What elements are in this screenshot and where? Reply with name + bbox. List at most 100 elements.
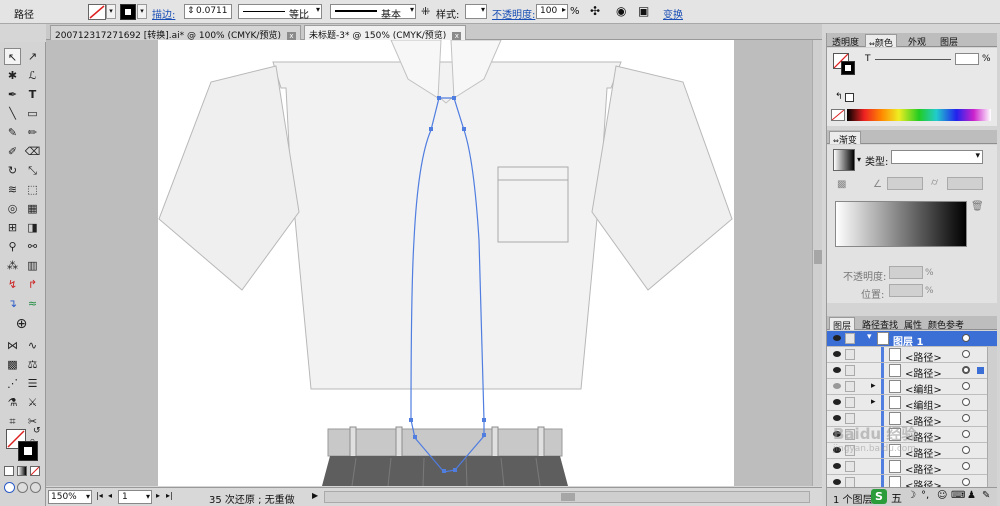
next-artboard-icon[interactable]: ▸ xyxy=(156,491,160,500)
artboard-tool-icon[interactable]: ⊕ xyxy=(13,316,30,333)
expand-arrow-icon[interactable]: ▸ xyxy=(871,397,876,407)
grid-tool-icon[interactable]: ▩ xyxy=(4,356,21,373)
visibility-eye-icon[interactable] xyxy=(833,351,841,357)
white-swatch[interactable] xyxy=(845,93,854,102)
target-icon[interactable] xyxy=(962,478,970,486)
visibility-eye-icon[interactable] xyxy=(833,399,841,405)
target-icon[interactable] xyxy=(962,430,970,438)
variable-width-profile[interactable]: 等比 ▾ xyxy=(238,4,322,21)
none-mode-icon[interactable] xyxy=(30,466,40,476)
tab-document-1[interactable]: 200712317271692 [转换].ai* @ 100% (CMYK/预览… xyxy=(50,25,301,41)
target-icon[interactable] xyxy=(962,414,970,422)
paintbrush-tool-icon[interactable]: ✎ xyxy=(4,124,21,141)
anchor-point-tool-icon[interactable]: ↴ xyxy=(4,295,21,312)
pants[interactable] xyxy=(322,426,568,486)
eraser-tool-icon[interactable]: ⌫ xyxy=(24,143,41,160)
tab-layers[interactable]: 图层 xyxy=(829,317,856,332)
lock-toggle[interactable] xyxy=(845,333,855,344)
target-icon[interactable] xyxy=(962,350,970,358)
first-artboard-icon[interactable]: |◂ xyxy=(96,491,103,500)
status-menu-icon[interactable]: ▶ xyxy=(312,491,318,500)
wave-tool-icon[interactable]: ∿ xyxy=(24,337,41,354)
draw-behind-icon[interactable] xyxy=(17,482,28,493)
layer-row[interactable]: <路径> xyxy=(827,363,997,380)
layer-row[interactable]: <路径> xyxy=(827,459,997,476)
ime-mode[interactable]: 五 xyxy=(891,490,902,506)
gradient-tool-icon[interactable]: ◨ xyxy=(24,219,41,236)
stroke-dropdown[interactable]: ▾ xyxy=(137,4,147,19)
artwork[interactable] xyxy=(46,40,822,486)
transform-label[interactable]: 变换 xyxy=(663,6,683,21)
reset-color-icon[interactable]: ↰ xyxy=(835,92,843,102)
isolate-icon[interactable]: ◉ xyxy=(616,4,626,18)
target-icon[interactable] xyxy=(962,334,970,342)
aspect-field[interactable] xyxy=(947,177,983,190)
brush-definition[interactable]: 基本 ▾ xyxy=(330,4,416,21)
column-graph-tool-icon[interactable]: ▥ xyxy=(24,257,41,274)
lock-toggle[interactable] xyxy=(845,477,855,487)
tint-field[interactable] xyxy=(955,53,979,65)
expand-arrow-icon[interactable]: ▾ xyxy=(867,332,872,342)
tab-gradient[interactable]: ⇔渐变 xyxy=(829,131,861,146)
horizontal-scrollbar[interactable] xyxy=(324,491,810,503)
width-tool-icon[interactable]: ↯ xyxy=(4,276,21,293)
gradient-opacity-field[interactable] xyxy=(889,266,923,279)
target-icon[interactable] xyxy=(962,398,970,406)
layer-name[interactable]: 图层 1 xyxy=(893,333,923,348)
fill-dropdown[interactable]: ▾ xyxy=(106,4,116,19)
swap-colors-icon[interactable]: ↺ xyxy=(33,426,41,436)
gradient-mode-icon[interactable] xyxy=(17,466,27,476)
tab-transparency[interactable]: 透明度 xyxy=(829,34,862,48)
stroke-label[interactable]: 描边: xyxy=(152,6,175,21)
scale-tool-icon[interactable]: ⤡ xyxy=(24,162,41,179)
line-tool-icon[interactable]: ╲ xyxy=(4,105,21,122)
scatter-graph-tool-icon[interactable]: ⋰ xyxy=(4,375,21,392)
angle-field[interactable] xyxy=(887,177,923,190)
perspective-grid-tool-icon[interactable]: ▦ xyxy=(24,200,41,217)
tab-color[interactable]: ⇔颜色 xyxy=(865,34,897,49)
color-stroke-icon[interactable] xyxy=(841,61,855,75)
tab-color-guide[interactable]: 颜色参考 xyxy=(925,317,967,331)
expand-arrow-icon[interactable]: ▸ xyxy=(871,381,876,391)
crop-tool-icon[interactable]: ⌗ xyxy=(4,413,21,430)
blob-brush-tool-icon[interactable]: ✐ xyxy=(4,143,21,160)
visibility-eye-icon[interactable] xyxy=(833,383,841,389)
layers-scrollbar[interactable] xyxy=(987,347,997,487)
slice-tool-icon[interactable]: ⋈ xyxy=(4,337,21,354)
rotate-tool-icon[interactable]: ↻ xyxy=(4,162,21,179)
opacity-field[interactable]: 100 ▸ xyxy=(536,4,568,19)
layer-row[interactable]: <路径> xyxy=(827,475,997,487)
draw-inside-icon[interactable] xyxy=(30,482,41,493)
lock-toggle[interactable] xyxy=(845,381,855,392)
target-icon[interactable] xyxy=(962,462,970,470)
recolor-icon[interactable]: ✣ xyxy=(590,4,600,18)
target-icon[interactable] xyxy=(962,446,970,454)
vertical-scrollbar[interactable] xyxy=(812,40,822,486)
tab-pathfinder[interactable]: 路径查找 xyxy=(859,317,901,331)
zoom-field[interactable]: 150% ▾ xyxy=(48,490,92,504)
gradient-location-field[interactable] xyxy=(889,284,923,297)
moon-icon[interactable]: ☽ xyxy=(907,490,916,501)
smooth-tool-icon[interactable]: ≈ xyxy=(24,295,41,312)
mesh-tool-icon[interactable]: ⊞ xyxy=(4,219,21,236)
canvas-area[interactable] xyxy=(46,40,822,486)
wrench-icon[interactable]: ✎ xyxy=(982,490,990,501)
color-spectrum[interactable] xyxy=(847,109,991,121)
visibility-eye-icon[interactable] xyxy=(833,479,841,485)
shape-builder-tool-icon[interactable]: ◎ xyxy=(4,200,21,217)
lock-toggle[interactable] xyxy=(845,365,855,376)
keyboard-icon[interactable]: ⌨ xyxy=(951,490,965,501)
stroke-color-swatch[interactable] xyxy=(18,441,38,461)
angle-icon[interactable]: ∠ xyxy=(873,179,882,190)
tab-layers-top[interactable]: 图层 xyxy=(937,34,961,48)
free-transform-tool-icon[interactable]: ⬚ xyxy=(24,181,41,198)
type-tool-icon[interactable]: T xyxy=(24,86,41,103)
pen-tool-icon[interactable]: ✒ xyxy=(4,86,21,103)
none-swatch[interactable] xyxy=(831,109,845,121)
user-icon[interactable]: ♟ xyxy=(967,490,976,501)
ime-badge[interactable]: S xyxy=(871,489,887,504)
aspect-ratio-icon[interactable]: ⌭ xyxy=(931,177,938,188)
tab-appearance[interactable]: 外观 xyxy=(905,34,929,48)
gradient-preview[interactable] xyxy=(833,149,855,171)
visibility-eye-icon[interactable] xyxy=(833,415,841,421)
